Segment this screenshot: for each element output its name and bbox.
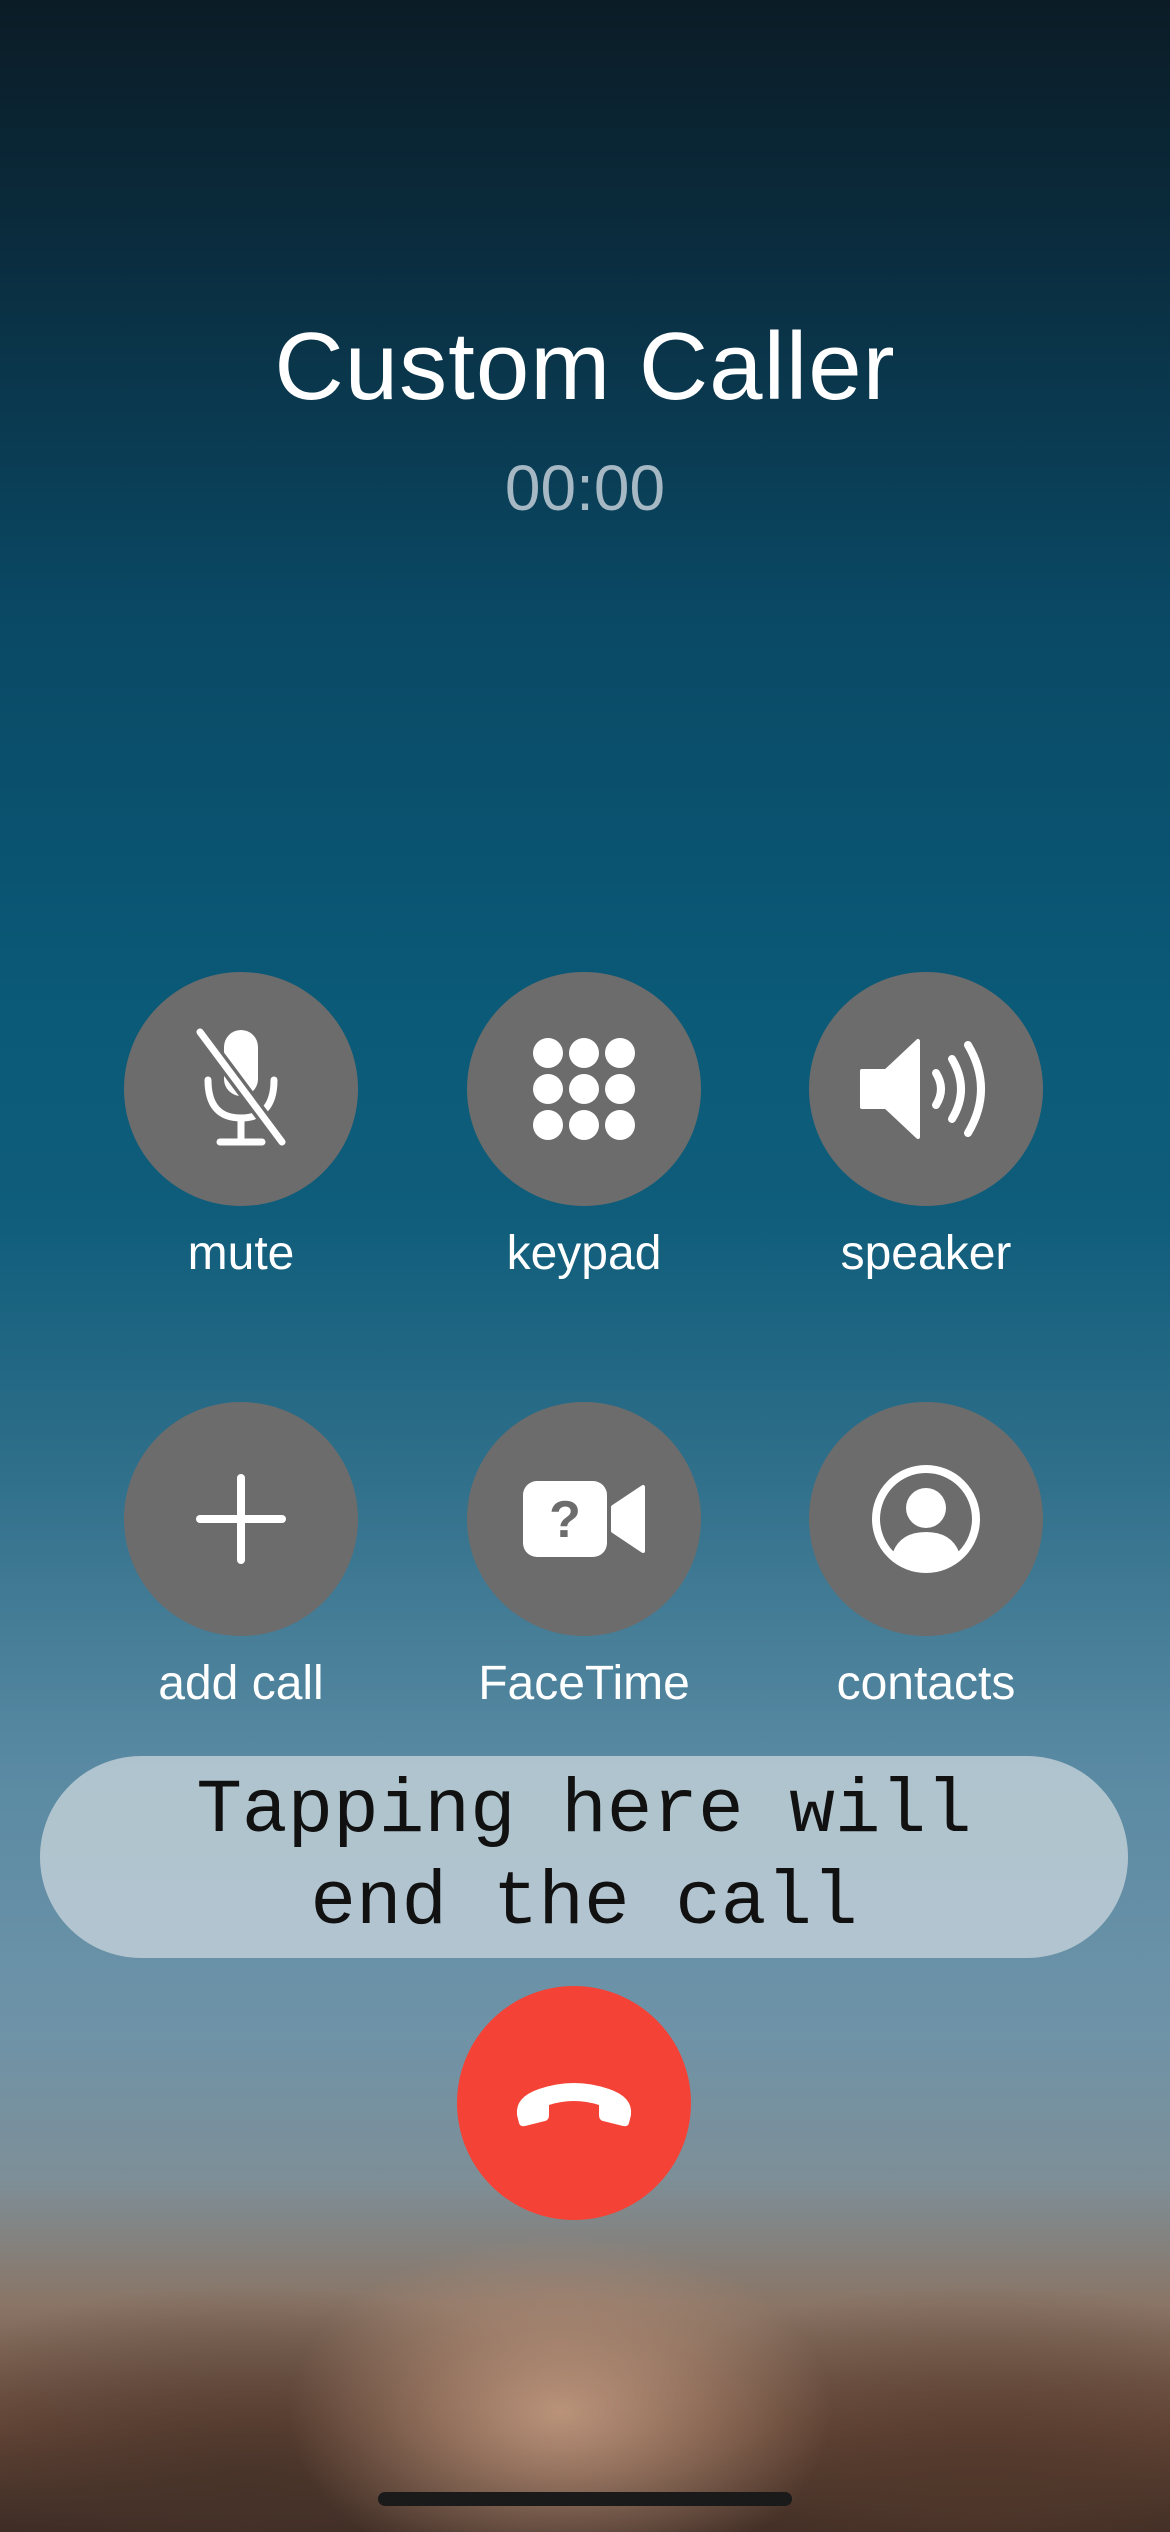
keypad-button[interactable]: keypad [467, 972, 701, 1282]
hint-line-2: end the call [310, 1860, 858, 1946]
facetime-circle[interactable]: ? [467, 1402, 701, 1636]
keypad-circle[interactable] [467, 972, 701, 1206]
mute-button[interactable]: mute [124, 972, 358, 1282]
speaker-circle[interactable] [809, 972, 1043, 1206]
keypad-icon [533, 1038, 635, 1140]
contacts-label: contacts [836, 1657, 1016, 1710]
speaker-button[interactable]: speaker [809, 972, 1043, 1282]
facetime-button[interactable]: ? FaceTime [467, 1402, 701, 1712]
mute-label: mute [187, 1227, 295, 1280]
end-call-button[interactable] [457, 1986, 691, 2220]
add-call-button[interactable]: add call [124, 1402, 358, 1712]
speaker-label: speaker [840, 1227, 1012, 1280]
video-question-icon: ? [523, 1481, 645, 1557]
speaker-icon [860, 1039, 985, 1139]
mute-circle[interactable] [124, 972, 358, 1206]
add-call-circle[interactable] [124, 1402, 358, 1636]
contacts-circle[interactable] [809, 1402, 1043, 1636]
call-timer: 00:00 [504, 452, 666, 524]
add-call-label: add call [158, 1657, 324, 1710]
contacts-button[interactable]: contacts [809, 1402, 1043, 1712]
facetime-label: FaceTime [478, 1657, 690, 1710]
hint-line-1: Tapping here will [196, 1768, 972, 1854]
plus-icon [196, 1474, 286, 1564]
end-call-hint-banner: Tapping here will end the call [40, 1756, 1128, 1958]
person-circle-icon [872, 1465, 980, 1573]
mic-slash-icon [193, 1025, 289, 1149]
keypad-label: keypad [506, 1227, 662, 1280]
caller-name: Custom Caller [274, 313, 896, 420]
phone-down-icon [516, 2083, 632, 2127]
svg-text:?: ? [549, 1491, 581, 1549]
home-indicator[interactable] [378, 2492, 792, 2506]
